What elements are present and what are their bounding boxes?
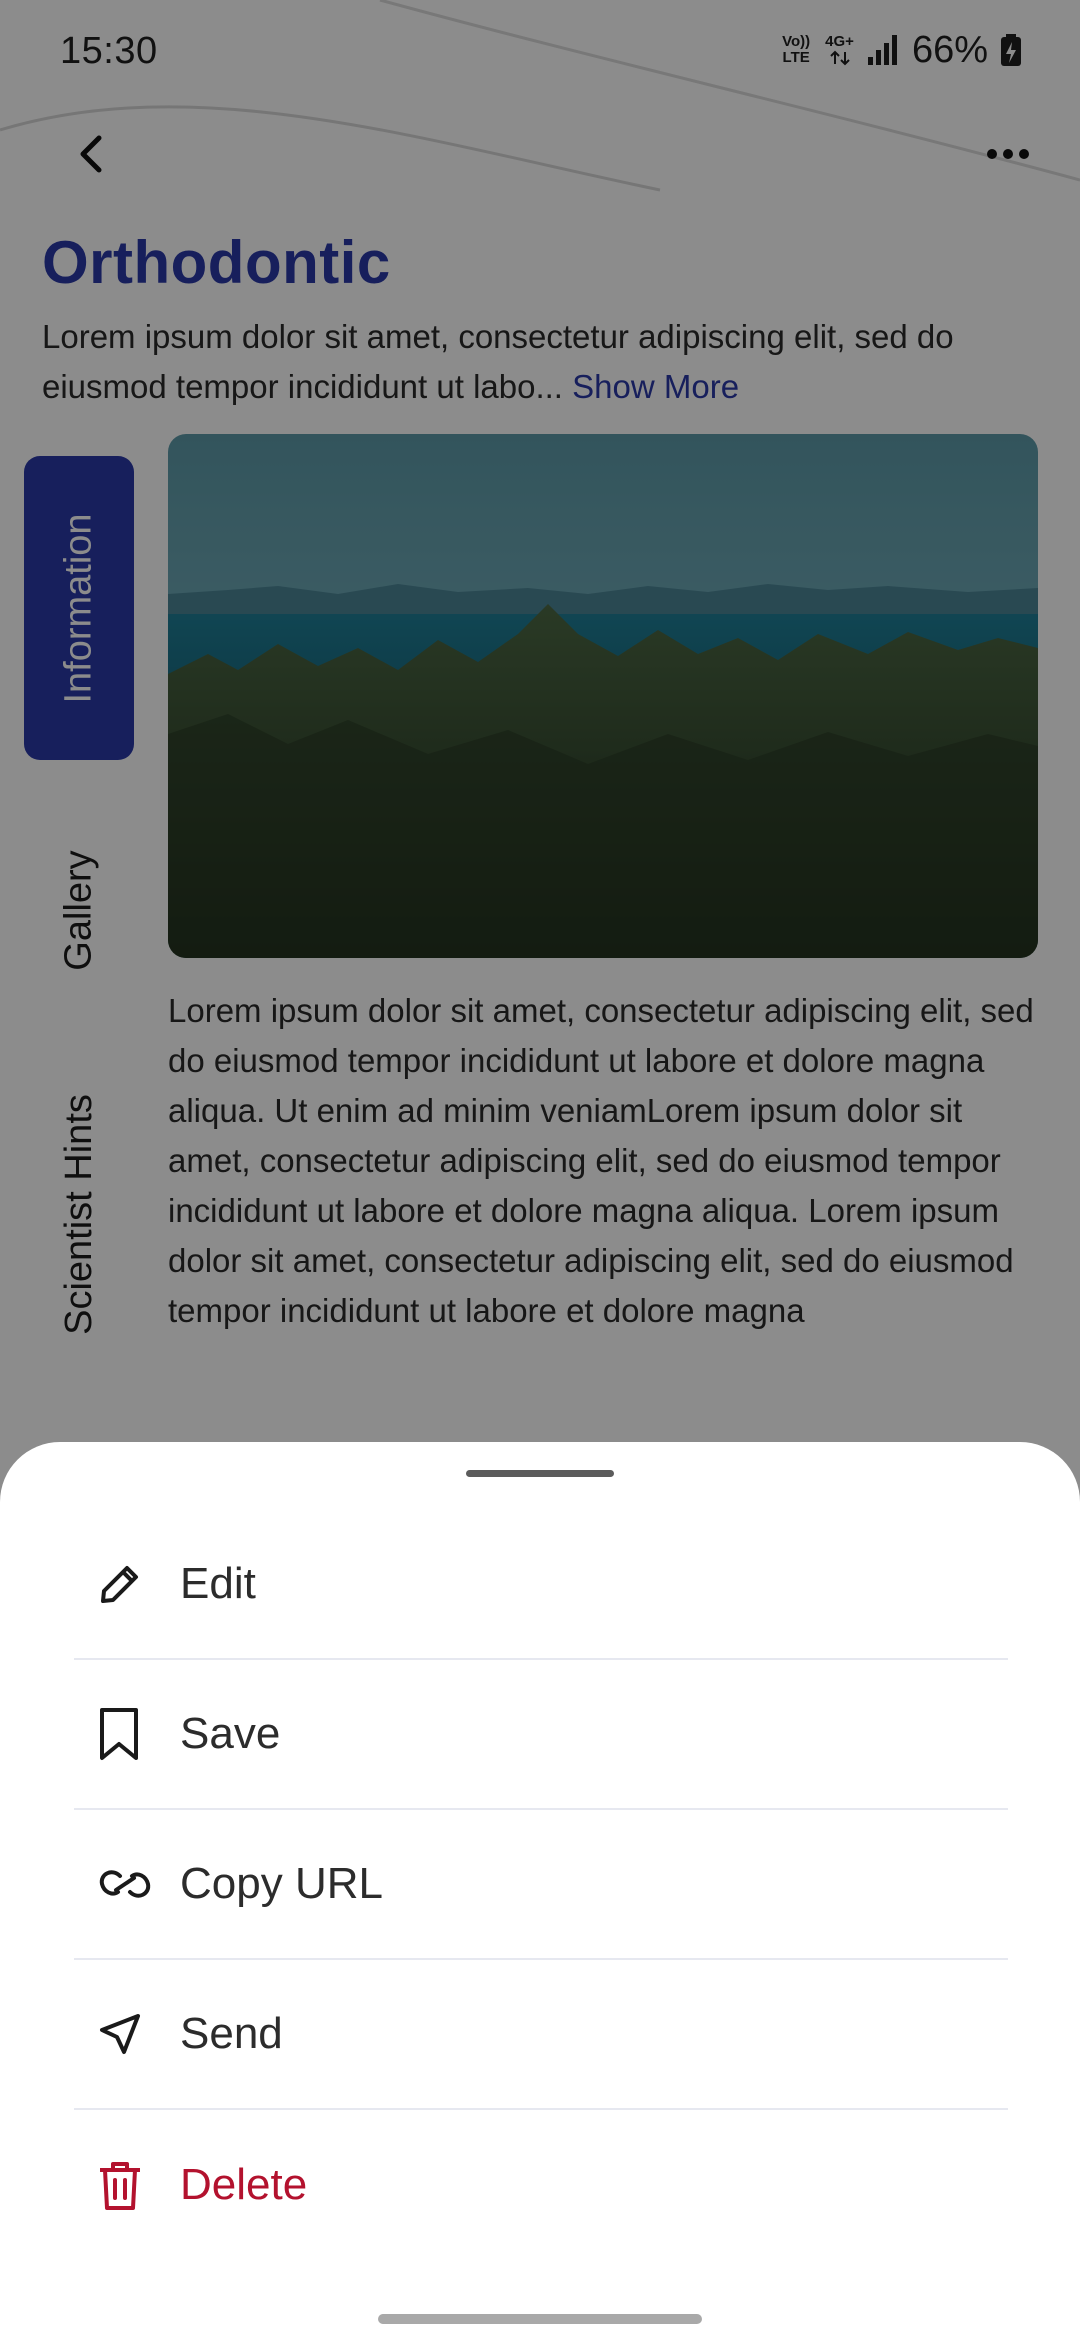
delete-action[interactable]: Delete (74, 2110, 1008, 2260)
link-icon (74, 1856, 180, 1912)
save-label: Save (180, 1709, 281, 1758)
sheet-drag-handle[interactable] (466, 1470, 614, 1477)
pencil-icon (74, 1556, 180, 1612)
send-label: Send (180, 2009, 283, 2058)
send-icon (74, 2006, 180, 2062)
copy-url-label: Copy URL (180, 1859, 383, 1908)
actions-menu: Edit Save Copy URL Send Delete (74, 1510, 1008, 2260)
copy-url-action[interactable]: Copy URL (74, 1810, 1008, 1960)
save-action[interactable]: Save (74, 1660, 1008, 1810)
home-indicator[interactable] (378, 2314, 702, 2324)
bookmark-icon (74, 1706, 180, 1762)
trash-icon (74, 2157, 180, 2213)
actions-bottom-sheet: Edit Save Copy URL Send Delete (0, 1442, 1080, 2340)
edit-label: Edit (180, 1559, 256, 1608)
edit-action[interactable]: Edit (74, 1510, 1008, 1660)
send-action[interactable]: Send (74, 1960, 1008, 2110)
delete-label: Delete (180, 2160, 308, 2209)
